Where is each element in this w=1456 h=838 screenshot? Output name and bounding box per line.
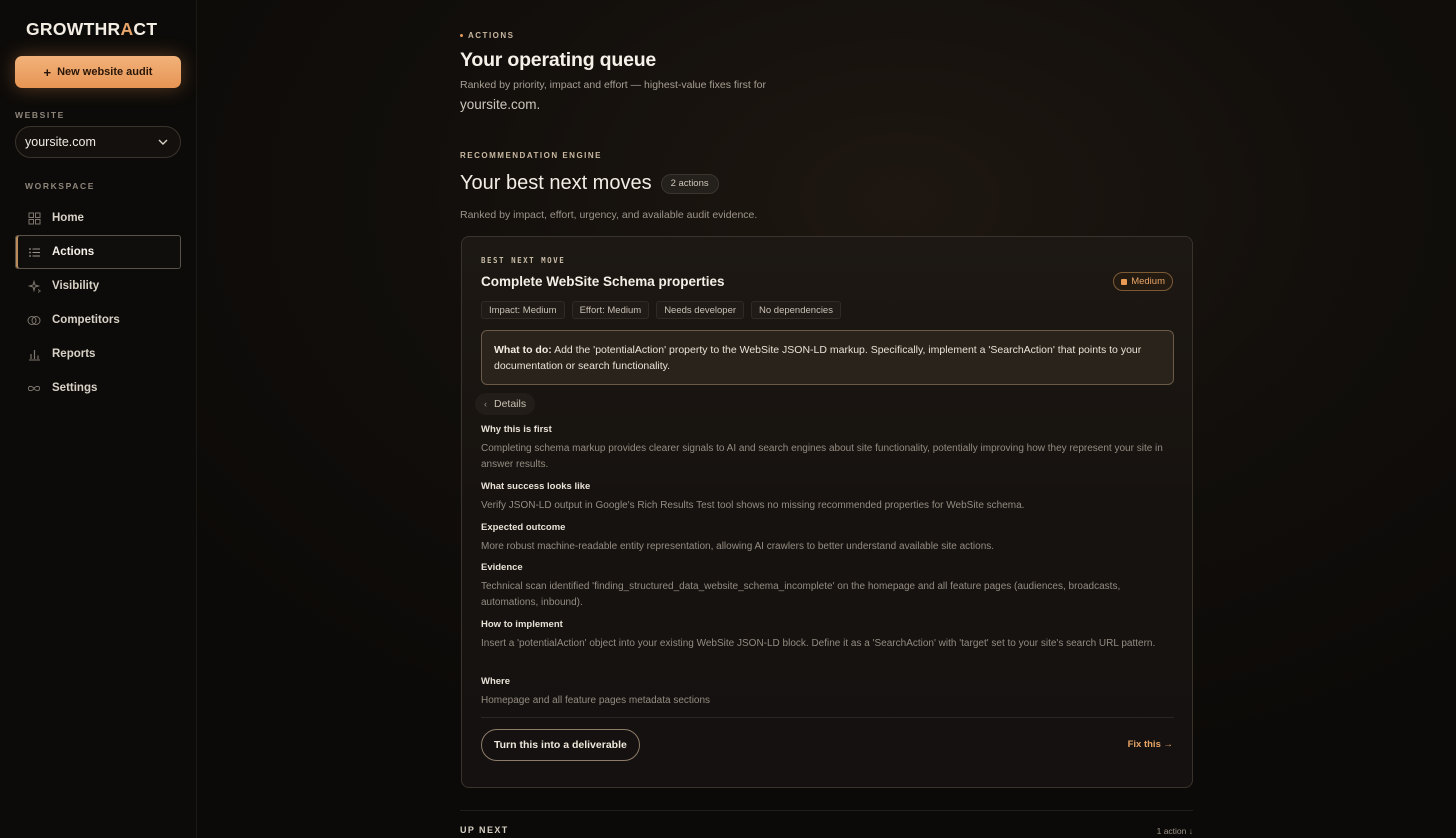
sidebar-item-actions[interactable]: Actions (15, 235, 181, 269)
workspace-nav: Home Actions Visibility Competitors Repo… (15, 201, 181, 405)
tag-dependencies: No dependencies (751, 301, 841, 319)
detail-section-why: Why this is first Completing schema mark… (481, 424, 1174, 473)
detail-section-outcome: Expected outcome More robust machine-rea… (481, 522, 1174, 555)
dot-icon (460, 34, 463, 37)
detail-body: Insert a 'potentialAction' object into y… (481, 638, 1156, 649)
detail-body: Technical scan identified 'finding_struc… (481, 581, 1121, 608)
actions-count-badge: 2 actions (660, 173, 719, 194)
card-eyebrow: BEST NEXT MOVE (481, 256, 566, 265)
what-to-do-text: Add the 'potentialAction' property to th… (494, 344, 1142, 372)
detail-heading: Why this is first (481, 424, 552, 435)
engine-heading-row: Your best next moves 2 actions (460, 172, 719, 195)
details-label: Details (494, 398, 527, 410)
chevron-down-icon (158, 139, 168, 145)
new-audit-label: New website audit (57, 66, 153, 78)
detail-heading: Evidence (481, 562, 523, 573)
sidebar-item-settings[interactable]: Settings (15, 371, 181, 405)
priority-label: Medium (1131, 276, 1165, 287)
new-website-audit-button[interactable]: + New website audit (15, 56, 181, 88)
page-subtitle: Ranked by priority, impact and effort — … (460, 79, 766, 91)
detail-section-where: Where Homepage and all feature pages met… (481, 676, 1174, 709)
bar-chart-icon (27, 347, 41, 361)
detail-section-success: What success looks like Verify JSON-LD o… (481, 481, 1174, 514)
workspace-section-label: WORKSPACE (25, 181, 95, 191)
detail-heading: Where (481, 676, 511, 687)
detail-body: Homepage and all feature pages metadata … (481, 695, 711, 706)
priority-badge: Medium (1113, 272, 1173, 291)
up-next-count-toggle[interactable]: 1 action ↓ (1157, 826, 1193, 836)
detail-body: Verify JSON-LD output in Google's Rich R… (481, 500, 1025, 511)
sidebar-item-competitors[interactable]: Competitors (15, 303, 181, 337)
website-select[interactable]: yoursite.com (15, 126, 181, 158)
detail-body: More robust machine-readable entity repr… (481, 541, 995, 552)
card-divider (481, 717, 1174, 718)
logo-text-accent: A (120, 19, 134, 39)
detail-body: Completing schema markup provides cleare… (481, 443, 1163, 470)
page-title: Your operating queue (460, 49, 657, 71)
infinity-icon (27, 381, 41, 395)
card-title: Complete WebSite Schema properties (481, 274, 725, 289)
list-icon (27, 245, 41, 259)
detail-heading: What success looks like (481, 481, 591, 492)
engine-label: RECOMMENDATION ENGINE (460, 151, 603, 160)
sidebar: GROWTHRACT + New website audit WEBSITE y… (0, 0, 197, 838)
circles-icon (27, 313, 41, 327)
engine-subtitle: Ranked by impact, effort, urgency, and a… (460, 209, 758, 221)
turn-into-deliverable-button[interactable]: Turn this into a deliverable (481, 729, 640, 761)
best-move-card: BEST NEXT MOVE Complete WebSite Schema p… (461, 236, 1193, 788)
engine-title: Your best next moves (460, 172, 652, 194)
up-next-label: UP NEXT (460, 825, 509, 835)
tag-impact: Impact: Medium (481, 301, 565, 319)
what-to-do-box: What to do: Add the 'potentialAction' pr… (481, 330, 1174, 385)
detail-heading: How to implement (481, 619, 563, 630)
sidebar-item-label: Home (52, 212, 84, 224)
detail-section-implement: How to implement Insert a 'potentialActi… (481, 619, 1174, 652)
up-next-divider (460, 810, 1193, 811)
sidebar-item-label: Actions (52, 246, 95, 258)
page-eyebrow-text: ACTIONS (468, 31, 515, 40)
detail-section-evidence: Evidence Technical scan identified 'find… (481, 562, 1174, 611)
sidebar-item-reports[interactable]: Reports (15, 337, 181, 371)
details-toggle[interactable]: ‹ Details (475, 393, 536, 415)
tag-effort: Effort: Medium (571, 301, 650, 319)
fix-this-link[interactable]: Fix this → (1128, 739, 1173, 750)
plus-icon: + (43, 64, 52, 80)
chevron-left-icon: ‹ (484, 399, 487, 409)
website-section-label: WEBSITE (15, 110, 65, 120)
sidebar-item-home[interactable]: Home (15, 201, 181, 235)
tag-list: Impact: Medium Effort: Medium Needs deve… (481, 301, 841, 319)
brand-logo[interactable]: GROWTHRACT (26, 19, 157, 40)
sidebar-item-label: Competitors (52, 314, 120, 326)
tag-needs-developer: Needs developer (656, 301, 745, 319)
sidebar-item-label: Visibility (52, 280, 100, 292)
page-site-name: yoursite.com. (460, 97, 541, 112)
detail-heading: Expected outcome (481, 522, 566, 533)
logo-text-main: GROWTHR (26, 19, 121, 39)
website-select-value: yoursite.com (25, 135, 96, 149)
logo-text-end: CT (133, 19, 158, 39)
sidebar-item-visibility[interactable]: Visibility (15, 269, 181, 303)
sidebar-item-label: Settings (52, 382, 98, 394)
square-icon (1121, 278, 1128, 285)
grid-icon (27, 211, 41, 225)
sidebar-item-label: Reports (52, 348, 96, 360)
page-eyebrow: ACTIONS (460, 31, 515, 40)
sparkle-icon (27, 279, 41, 293)
what-to-do-label: What to do: (494, 344, 552, 356)
